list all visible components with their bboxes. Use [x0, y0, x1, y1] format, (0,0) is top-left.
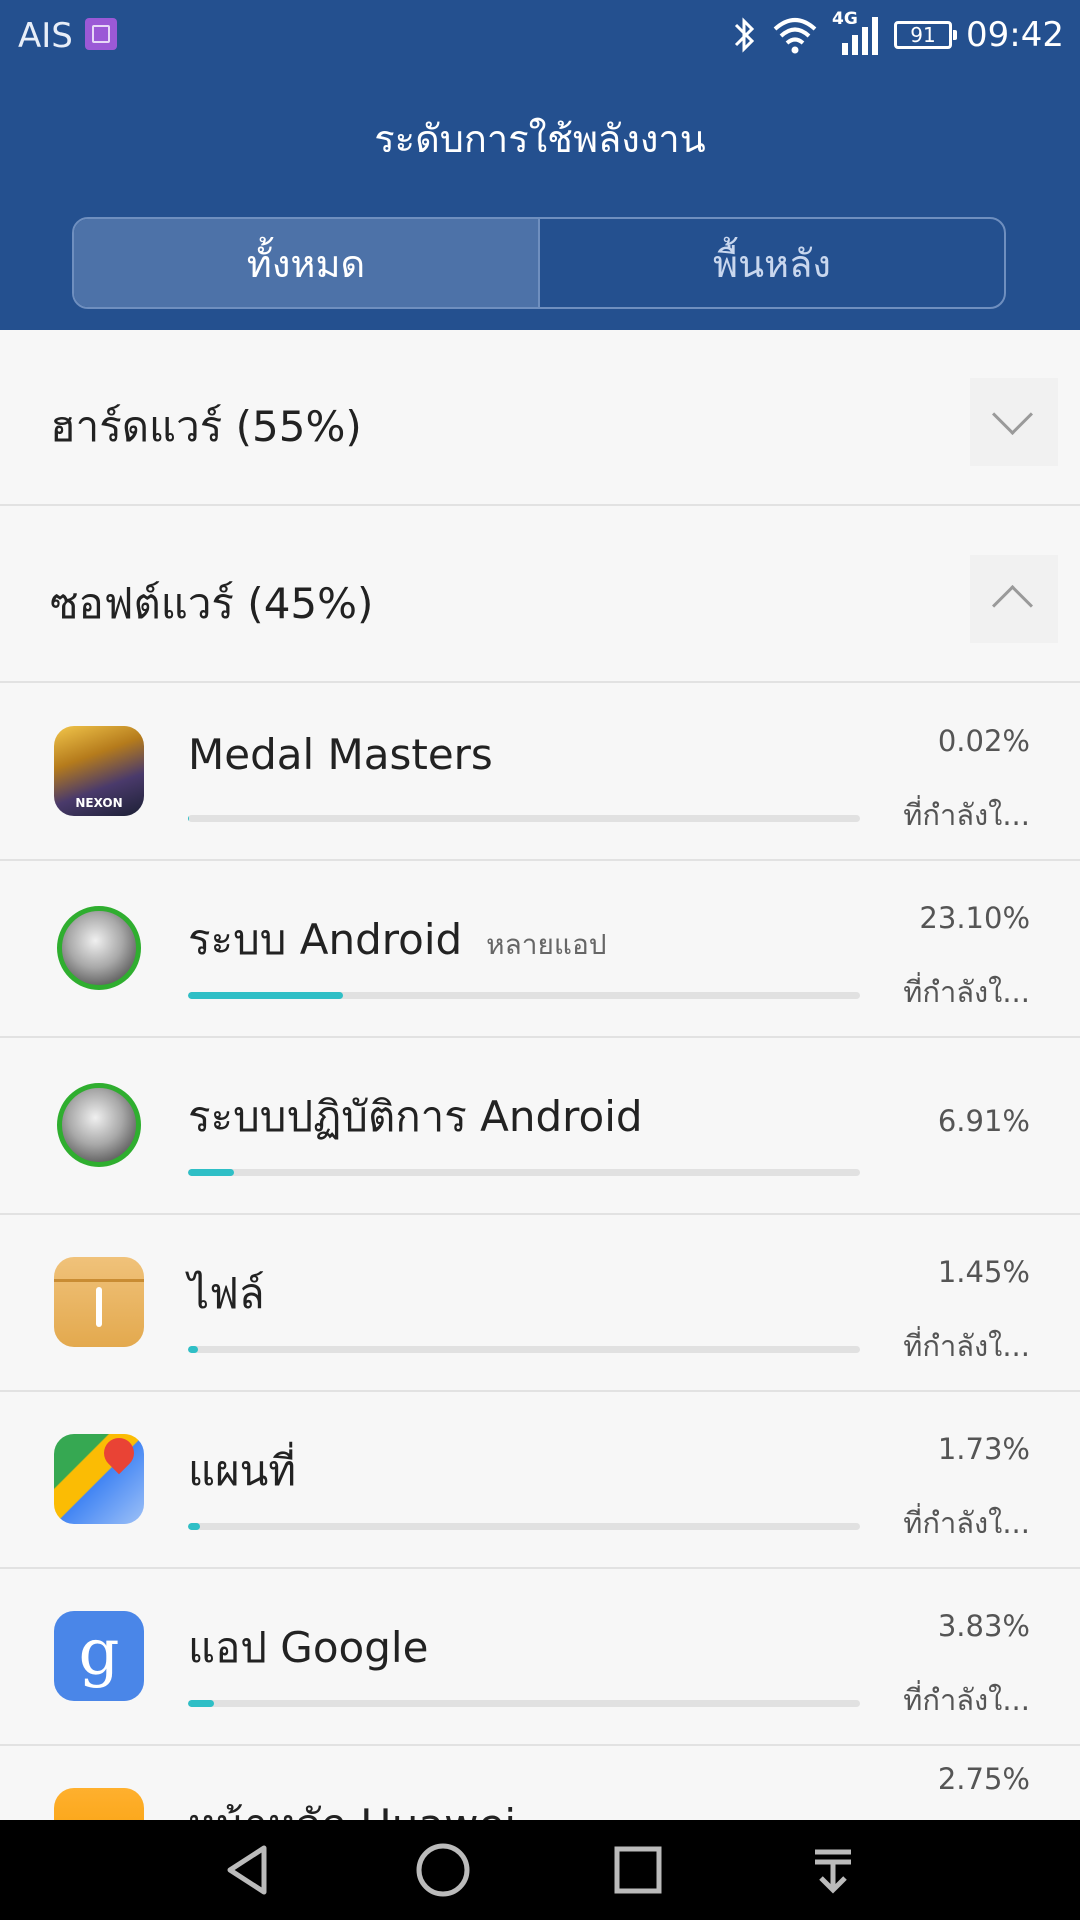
usage-bar-fill [188, 815, 190, 822]
app-usage-list: Medal Masters 0.02% ที่กำลังใ... ระบบ An… [0, 684, 1080, 1820]
app-header: AIS 4G 91 09:42 ระดับการใช้พลังงาน ทั้งห… [0, 0, 1080, 330]
back-icon [227, 1845, 266, 1895]
usage-status: ที่กำลังใ... [903, 1683, 1030, 1717]
usage-status: ที่กำลังใ... [903, 1506, 1030, 1540]
medal-masters-icon [54, 726, 144, 816]
recents-button[interactable] [608, 1840, 668, 1900]
usage-bar [188, 992, 860, 999]
navigation-bar [0, 1820, 1080, 1920]
home-button[interactable] [413, 1840, 473, 1900]
collapse-button[interactable] [970, 555, 1058, 643]
app-row-google[interactable]: g แอป Google 3.83% ที่กำลังใ... [0, 1569, 1080, 1746]
tab-all[interactable]: ทั้งหมด [74, 219, 540, 307]
chevron-up-icon [991, 584, 1034, 627]
app-name: ระบบปฏิบัติการ Android [188, 1092, 643, 1141]
section-hardware-title: ฮาร์ดแวร์ (55%) [50, 402, 362, 451]
section-hardware[interactable]: ฮาร์ดแวร์ (55%) [0, 330, 1080, 506]
network-type-label: 4G [832, 9, 880, 57]
usage-bar [188, 815, 860, 822]
app-row-files[interactable]: ไฟล์ 1.45% ที่กำลังใ... [0, 1215, 1080, 1392]
usage-percent: 1.45% [937, 1255, 1030, 1289]
notifications-pull-button[interactable] [803, 1840, 863, 1900]
section-software[interactable]: ซอฟต์แวร์ (45%) [0, 507, 1080, 683]
tab-bar: ทั้งหมด พื้นหลัง [72, 217, 1006, 309]
usage-percent: 6.91% [937, 1104, 1030, 1138]
app-name: แอป Google [188, 1623, 429, 1672]
google-app-icon: g [54, 1611, 144, 1701]
carrier-label: AIS [18, 16, 73, 56]
battery-icon: 91 [894, 21, 958, 49]
status-bar: AIS 4G 91 09:42 [0, 0, 1080, 70]
maps-icon [54, 1434, 144, 1524]
back-button[interactable] [218, 1840, 278, 1900]
clock: 09:42 [966, 15, 1064, 55]
gallery-notification-icon [85, 18, 117, 50]
usage-bar-fill [188, 1346, 198, 1353]
huawei-home-icon [54, 1788, 144, 1820]
page-title: ระดับการใช้พลังงาน [374, 117, 706, 161]
usage-percent: 2.75% [937, 1762, 1030, 1796]
usage-bar-fill [188, 992, 344, 999]
recents-icon [614, 1846, 661, 1894]
usage-percent: 23.10% [919, 901, 1030, 935]
multiple-apps-label: หลายแอป [486, 928, 607, 961]
app-name: ไฟล์ [188, 1269, 265, 1318]
app-row-medal-masters[interactable]: Medal Masters 0.02% ที่กำลังใ... [0, 684, 1080, 861]
files-icon [54, 1257, 144, 1347]
usage-bar-fill [188, 1169, 235, 1176]
usage-status: ที่กำลังใ... [903, 975, 1030, 1009]
app-name: หน้าหลัก Huawei [188, 1792, 516, 1820]
usage-status: ที่กำลังใ... [903, 1329, 1030, 1363]
android-system-icon [57, 906, 141, 990]
app-name: Medal Masters [188, 730, 493, 779]
usage-percent: 1.73% [937, 1432, 1030, 1466]
app-row-huawei-home[interactable]: หน้าหลัก Huawei 2.75% [0, 1746, 1080, 1820]
status-indicators: 4G 91 09:42 [730, 9, 1064, 60]
expand-button[interactable] [970, 378, 1058, 466]
wifi-icon [773, 18, 817, 54]
usage-bar [188, 1700, 860, 1707]
app-name: แผนที่ [188, 1446, 297, 1495]
usage-status: ที่กำลังใ... [903, 798, 1030, 832]
tab-background[interactable]: พื้นหลัง [540, 219, 1004, 307]
bluetooth-icon [734, 17, 755, 53]
app-row-maps[interactable]: แผนที่ 1.73% ที่กำลังใ... [0, 1392, 1080, 1569]
android-os-icon [57, 1083, 141, 1167]
signal-icon [842, 17, 879, 55]
app-row-android-os[interactable]: ระบบปฏิบัติการ Android 6.91% [0, 1038, 1080, 1215]
section-software-title: ซอฟต์แวร์ (45%) [50, 579, 374, 628]
usage-percent: 3.83% [937, 1609, 1030, 1643]
app-row-android-system[interactable]: ระบบ Android หลายแอป 23.10% ที่กำลังใ... [0, 861, 1080, 1038]
usage-bar-fill [188, 1523, 200, 1530]
usage-bar [188, 1346, 860, 1353]
usage-bar [188, 1523, 860, 1530]
home-icon [416, 1843, 469, 1897]
pull-down-icon [814, 1849, 851, 1894]
usage-bar [188, 1169, 860, 1176]
usage-percent: 0.02% [937, 724, 1030, 758]
chevron-down-icon [991, 393, 1034, 436]
usage-bar-fill [188, 1700, 214, 1707]
app-name: ระบบ Android หลายแอป [188, 915, 607, 964]
